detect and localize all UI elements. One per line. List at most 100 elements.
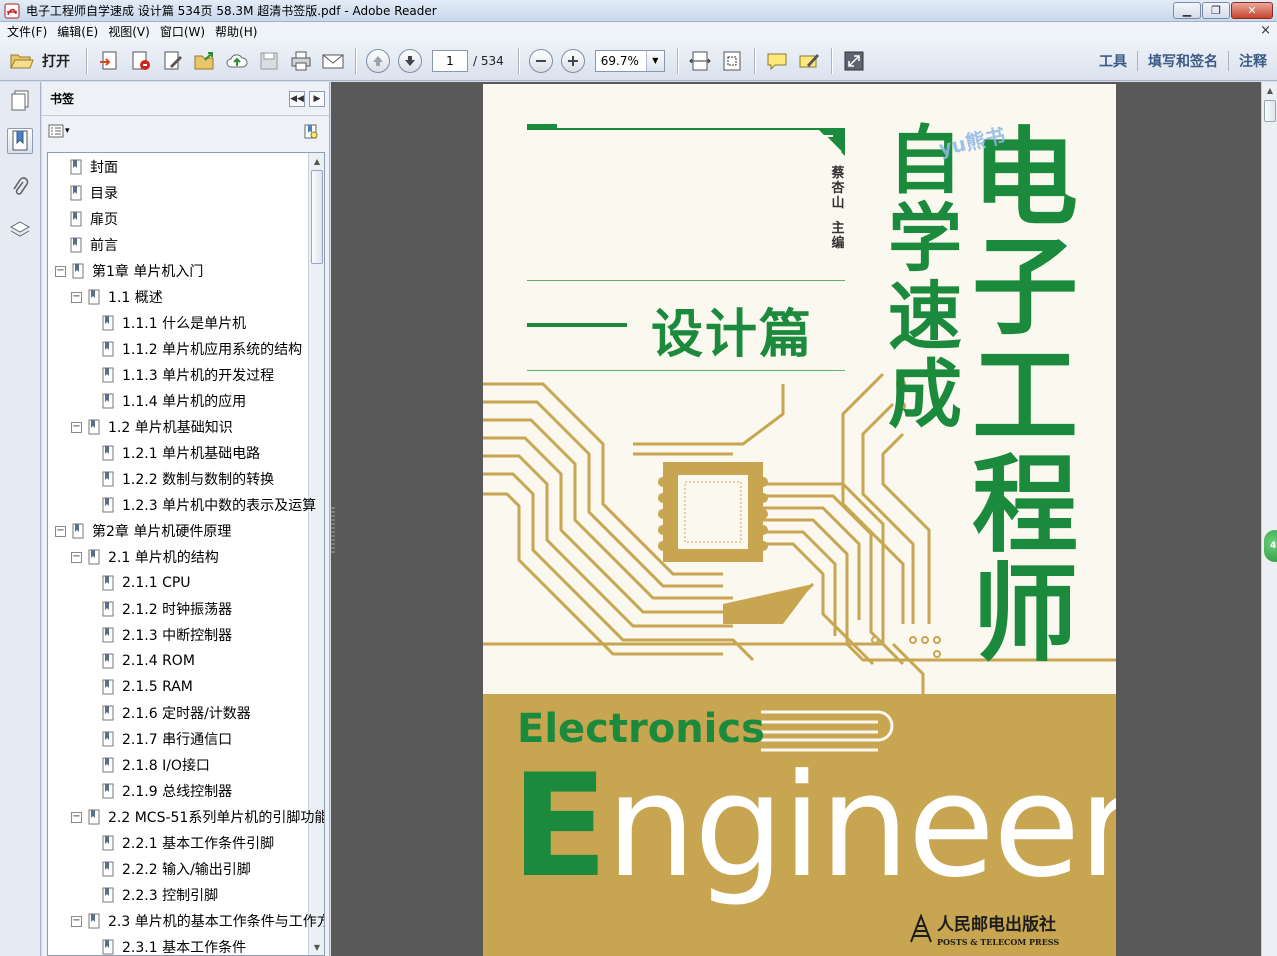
create-pdf-icon[interactable] <box>96 48 122 74</box>
minimize-button[interactable]: ▁ <box>1173 2 1201 19</box>
fit-width-icon[interactable] <box>687 48 713 74</box>
bookmark-item[interactable]: 2.1.2 时钟振荡器 <box>102 596 232 622</box>
bookmark-item[interactable]: 1.1.3 单片机的开发过程 <box>102 362 274 388</box>
bookmark-item[interactable]: 前言 <box>70 232 118 258</box>
bookmarks-title: 书签 <box>50 92 75 106</box>
tools-link[interactable]: 工具 <box>1089 51 1137 71</box>
bookmark-item[interactable]: − 2.1 单片机的结构 <box>71 544 219 570</box>
open-button[interactable]: 打开 <box>10 47 80 75</box>
collapse-toggle-icon[interactable]: − <box>55 265 66 277</box>
menu-help[interactable]: 帮助(H) <box>212 23 264 40</box>
scroll-up-icon[interactable]: ▲ <box>1263 83 1277 97</box>
bookmark-item[interactable]: 2.1.9 总线控制器 <box>102 778 232 804</box>
bookmark-item[interactable]: 2.2.2 输入/输出引脚 <box>102 856 251 882</box>
cloud-upload-icon[interactable] <box>224 48 250 74</box>
bookmark-item[interactable]: − 第1章 单片机入门 <box>55 258 203 284</box>
bookmark-item[interactable]: 1.2.2 数制与数制的转换 <box>102 466 274 492</box>
next-page-button[interactable] <box>398 48 422 73</box>
bookmark-item[interactable]: 1.1.4 单片机的应用 <box>102 388 246 414</box>
bookmark-label: 1.2 单片机基础知识 <box>108 420 233 436</box>
bookmark-item[interactable]: 2.2.1 基本工作条件引脚 <box>102 830 274 856</box>
bookmark-item[interactable]: 2.1.8 I/O接口 <box>102 752 210 778</box>
bookmark-item[interactable]: 1.1.1 什么是单片机 <box>102 310 246 336</box>
bookmark-item[interactable]: − 1.2 单片机基础知识 <box>71 414 233 440</box>
collapse-toggle-icon[interactable]: − <box>71 811 82 823</box>
attachments-icon[interactable] <box>7 174 33 200</box>
collapse-toggle-icon[interactable]: − <box>71 421 82 433</box>
bookmark-item[interactable]: 2.1.1 CPU <box>102 570 191 596</box>
bookmark-icon <box>102 731 114 747</box>
collapse-toggle-icon[interactable]: − <box>55 525 66 537</box>
close-document-button[interactable]: × <box>1260 23 1271 38</box>
bookmark-item[interactable]: 2.1.7 串行通信口 <box>102 726 232 752</box>
fill-sign-link[interactable]: 填写和签名 <box>1138 51 1228 71</box>
publisher-name-cn: 人民邮电出版社 <box>937 915 1056 935</box>
bookmark-label: 1.1.3 单片机的开发过程 <box>122 368 275 384</box>
expand-panel-button[interactable]: ▶ <box>309 91 325 107</box>
zoom-select[interactable]: 69.7% ▼ <box>594 49 665 72</box>
page-thumbnails-icon[interactable] <box>7 88 33 114</box>
export-pdf-icon[interactable] <box>128 48 154 74</box>
scroll-thumb[interactable] <box>1264 100 1276 122</box>
bookmark-options-button[interactable]: ▾ <box>48 124 70 138</box>
layers-icon[interactable] <box>7 216 33 242</box>
bookmark-label: 1.2.2 数制与数制的转换 <box>122 472 275 488</box>
comment-link[interactable]: 注释 <box>1229 51 1277 71</box>
collapse-toggle-icon[interactable]: − <box>71 551 82 563</box>
bookmark-item[interactable]: 扉页 <box>70 206 118 232</box>
zoom-value: 69.7% <box>600 53 639 68</box>
bookmark-item[interactable]: 2.1.6 定时器/计数器 <box>102 700 251 726</box>
share-folder-icon[interactable] <box>192 48 218 74</box>
bookmark-scrollbar[interactable]: ▲ ▼ <box>308 153 324 955</box>
bookmark-item[interactable]: 1.2.3 单片机中数的表示及运算 <box>102 492 316 518</box>
zoom-out-button[interactable] <box>528 48 553 73</box>
collapse-panel-button[interactable]: ◀◀ <box>289 91 305 107</box>
chevron-down-icon[interactable]: ▼ <box>645 50 664 71</box>
bookmark-item[interactable]: 2.3.1 基本工作条件 <box>102 934 246 955</box>
edit-pdf-icon[interactable] <box>160 48 186 74</box>
highlight-icon[interactable] <box>796 48 822 74</box>
menu-view[interactable]: 视图(V) <box>105 23 157 40</box>
bookmarks-icon[interactable] <box>7 128 33 154</box>
document-scrollbar[interactable]: ▲ <box>1261 82 1277 956</box>
bookmark-item[interactable]: 目录 <box>70 180 118 206</box>
comment-icon[interactable] <box>764 48 790 74</box>
print-icon[interactable] <box>288 48 314 74</box>
menu-edit[interactable]: 编辑(E) <box>54 23 105 40</box>
bookmark-item[interactable]: − 2.3 单片机的基本工作条件与工作方式 <box>71 908 324 934</box>
fullscreen-icon[interactable] <box>841 48 867 74</box>
bookmark-item[interactable]: − 第2章 单片机硬件原理 <box>55 518 231 544</box>
bookmark-label: 2.1.3 中断控制器 <box>122 628 233 644</box>
document-view[interactable]: 设计篇 蔡杏山 主编 自学速成 电子工程师 yu熊书 Electronics E… <box>331 82 1261 956</box>
bookmark-item[interactable]: 1.1.2 单片机应用系统的结构 <box>102 336 302 362</box>
bookmark-item[interactable]: 封面 <box>70 154 118 180</box>
scroll-up-icon[interactable]: ▲ <box>310 154 324 168</box>
email-icon[interactable] <box>320 48 346 74</box>
fit-page-icon[interactable] <box>719 48 745 74</box>
bookmark-item[interactable]: 2.1.3 中断控制器 <box>102 622 232 648</box>
scroll-down-icon[interactable]: ▼ <box>310 940 324 954</box>
bookmark-label: 2.1.5 RAM <box>122 679 193 695</box>
previous-page-button[interactable] <box>366 48 390 73</box>
panel-splitter[interactable] <box>331 507 335 553</box>
collapse-toggle-icon[interactable]: − <box>71 915 82 927</box>
bookmark-item[interactable]: 2.1.5 RAM <box>102 674 193 700</box>
save-icon[interactable] <box>256 48 282 74</box>
close-button[interactable]: ✕ <box>1231 2 1273 19</box>
bookmark-item[interactable]: 2.2.3 控制引脚 <box>102 882 218 908</box>
bookmark-icon <box>102 835 114 851</box>
collapse-toggle-icon[interactable]: − <box>71 291 82 303</box>
page-number-input[interactable]: 1 <box>432 49 468 72</box>
bookmark-item[interactable]: − 2.2 MCS-51系列单片机的引脚功能 <box>71 804 324 830</box>
menu-window[interactable]: 窗口(W) <box>157 23 212 40</box>
bookmark-item[interactable]: 2.1.4 ROM <box>102 648 195 674</box>
find-bookmark-button[interactable] <box>303 124 319 144</box>
menu-file[interactable]: 文件(F) <box>4 23 54 40</box>
restore-button[interactable]: ❐ <box>1202 2 1230 19</box>
scroll-thumb[interactable] <box>311 170 323 264</box>
floating-badge[interactable]: 49 <box>1262 528 1277 564</box>
author-role: 主编 <box>831 221 845 251</box>
zoom-in-button[interactable] <box>560 48 585 73</box>
bookmark-item[interactable]: − 1.1 概述 <box>71 284 163 310</box>
bookmark-item[interactable]: 1.2.1 单片机基础电路 <box>102 440 260 466</box>
